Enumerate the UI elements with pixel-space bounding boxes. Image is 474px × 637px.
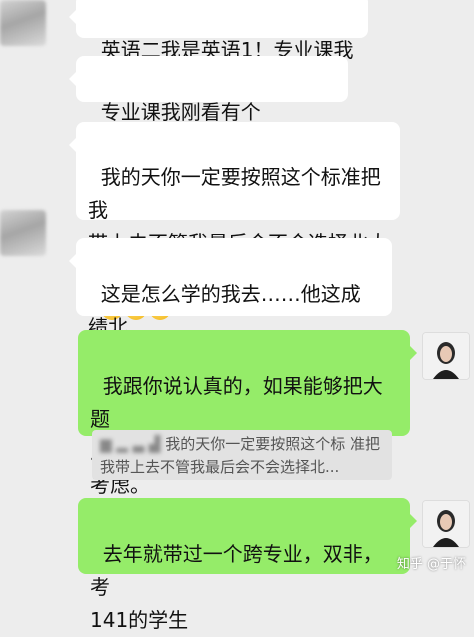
message-bubble-outgoing[interactable]: 去年就带过一个跨专业，双非，考 141的学生 <box>78 498 417 632</box>
quote-sender-blurred: ▆ ▂ ▃ ▟ <box>100 435 166 453</box>
message-bubble-incoming[interactable]: 我的天你一定要按照这个标准把我 带上去不管我最后会不会选择北大 <box>69 122 400 320</box>
avatar-image <box>423 501 469 547</box>
watermark: 知乎 @于怀 <box>396 557 466 572</box>
message-bubble-incoming[interactable]: 英语二我是英语1！专业课我刚看 <box>69 0 368 95</box>
quoted-message[interactable]: ▆ ▂ ▃ ▟ 我的天你一定要按照这个标 准把我带上去不管我最后会不会选择北..… <box>92 430 392 480</box>
avatar[interactable] <box>422 332 470 380</box>
avatar-image <box>423 333 469 379</box>
avatar[interactable] <box>0 210 46 256</box>
message-text: 去年就带过一个跨专业，双非，考 141的学生 <box>90 542 383 632</box>
avatar[interactable] <box>0 0 46 46</box>
message-bubble-outgoing[interactable]: 我跟你说认真的，如果能够把大题 思路全部摸透，140+也不是不能 考虑。 <box>78 330 417 497</box>
avatar[interactable] <box>422 500 470 548</box>
message-bubble-incoming[interactable]: 这是怎么学的我去……他这成绩北 大清华随便挑了呜呜呜 <box>69 238 392 372</box>
message-bubble-incoming[interactable]: 专业课我刚看有个139！！！ <box>69 56 348 157</box>
